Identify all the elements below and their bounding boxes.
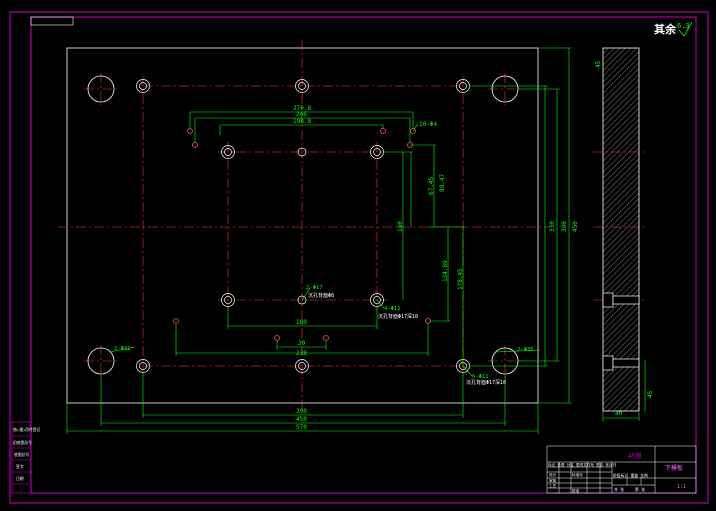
dim-section-top: 45 [595,60,602,68]
dim-width-outer: 570 [296,424,307,431]
title-block-weight-label: 阶段标记 重量 比例 [613,473,648,478]
callout-right-bottom-hole: 2-Φ35 [517,347,534,353]
surface-finish-text: 其余 [654,22,677,36]
title-block-sub-label-3: 工艺 [549,483,557,488]
callout-mid-right-hole: 4-Φ11 [384,306,401,312]
title-block-footer-0: 共 张 [614,487,624,492]
dim-height-1: 330 [549,221,556,232]
dim-height-3: 450 [572,221,579,232]
title-block-sub-label-1: 标准化 [572,472,583,477]
title-block-sub-label-0: 设计 [549,472,557,477]
dim-width-mid: 450 [296,416,307,423]
dim-width-inner: 390 [296,408,307,415]
section-counterbore-bottom [602,355,614,371]
corner-tab [30,16,74,26]
title-block-sub-label-4: 批准 [572,488,580,493]
dim-top-2: 246 [296,111,307,118]
title-block-row-label: 标记 处数 分区 更改文件号 签名 年月日 [548,462,616,467]
dim-hole-top-right: 10-Φ4 [419,121,437,128]
sidebar-label-0: 借(通)用件登记 [13,427,41,432]
dim-vert-2: 89.47 [439,174,446,192]
hole-callouts: 2-Φ32 2-Φ35 2-Φ17 沉孔背面Φ8 4-Φ11 沉孔背面Φ17深1… [114,285,534,386]
dim-height-2: 390 [561,221,568,232]
section-bore-bottom [612,358,640,368]
callout-corner-note: 沉孔背面Φ17深10 [466,379,506,386]
title-block-footer-1: 第 张 [635,487,645,492]
left-sidebar-table [11,421,32,494]
dim-section-height: 45 [647,390,654,398]
dim-vert-3: 180 [397,221,404,232]
dim-bottom-3: 20 [298,340,306,347]
sidebar-label-1: 旧底图总号 [13,440,32,445]
dim-bottom-2: 238 [296,350,307,357]
title-block-part-name: 下模板 [665,464,683,472]
title-block-scale: 1:1 [677,484,686,490]
callout-center-hole: 2-Φ17 [306,285,323,291]
title-block-sub-labels: 设计 标准化 审核 工艺 批准 [549,472,583,493]
sidebar-label-3: 签字 [16,464,24,469]
callout-left-bottom-hole: 2-Φ32 [114,346,131,352]
inner-frame [30,16,697,494]
title-block-material: 45钢 [628,452,641,460]
callout-center-hole-note: 沉孔背面Φ8 [308,292,334,299]
section-bore-top [612,295,640,305]
title-block-sub-label-2: 审核 [549,478,557,483]
sidebar-labels: 借(通)用件登记 旧底图总号 底图总号 签字 日期 [13,427,41,481]
dim-vert-1: 67.45 [428,177,435,195]
section-counterbore-top [602,292,614,308]
sidebar-label-2: 底图总号 [14,452,29,457]
dimension-lines [66,47,646,434]
callout-mid-right-note: 沉孔背面Φ17深10 [378,313,418,320]
dim-vert-5: 178.45 [457,268,464,290]
sidebar-label-4: 日期 [16,476,24,481]
dim-bottom-1: 180 [296,319,307,326]
dim-top-3: 198.8 [293,118,311,125]
cad-drawing-canvas: 其余 6.3 390 450 570 270.8 246 198.8 10-Φ4… [9,11,709,504]
dim-vert-4: 134.89 [442,260,449,282]
